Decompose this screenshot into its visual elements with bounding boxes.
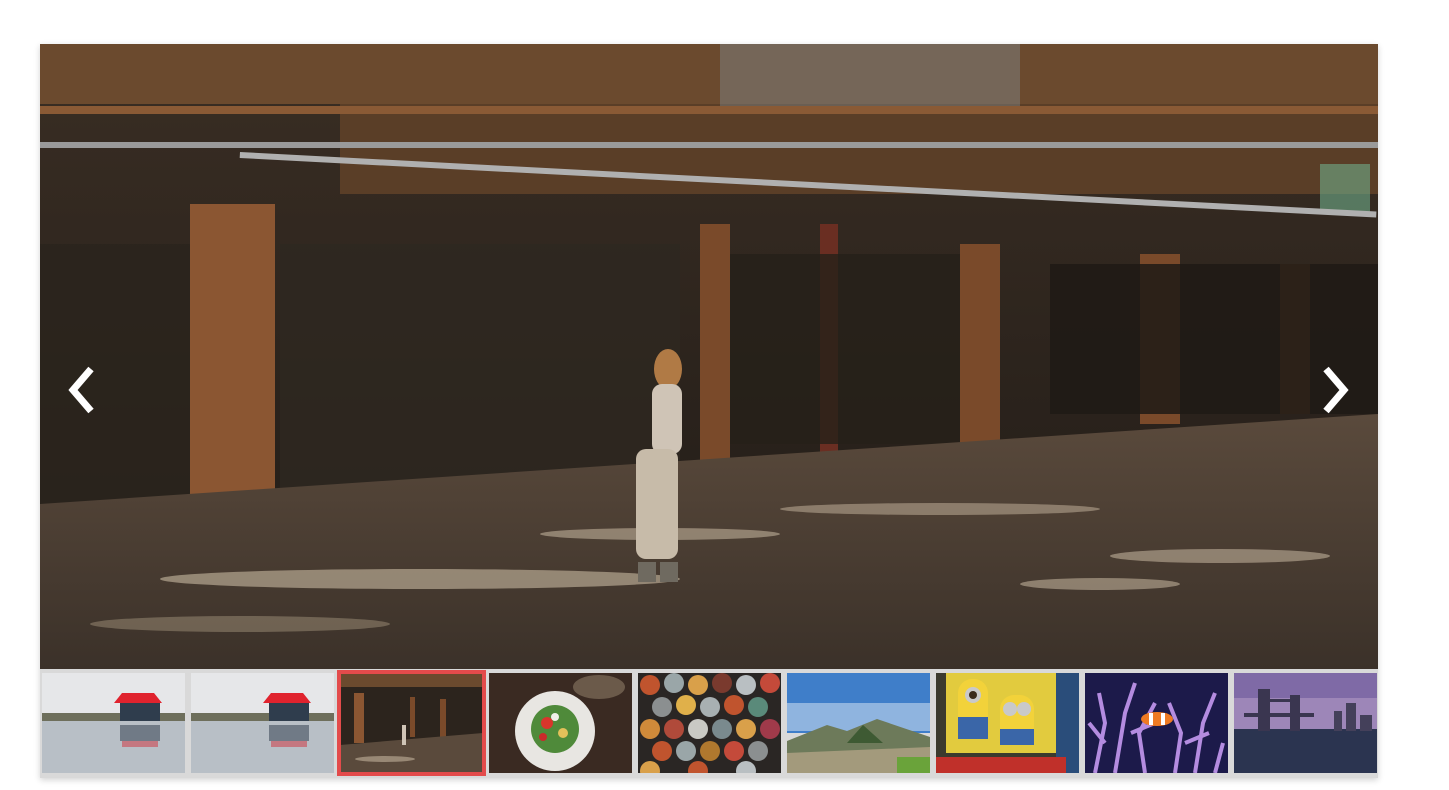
previous-slide-button[interactable] [62, 362, 102, 418]
main-slide-image [40, 44, 1378, 669]
thumbnail-minion-toys[interactable] [936, 673, 1079, 773]
thumbnail-tower-bridge-london[interactable] [1234, 673, 1377, 773]
thumbnail-mountain-volcano-landscape[interactable] [787, 673, 930, 773]
thumbnail-spray-paint-cans[interactable] [638, 673, 781, 773]
image-gallery [40, 44, 1378, 778]
thumbnail-industrial-warehouse-woman[interactable] [337, 670, 486, 776]
chevron-right-icon [1323, 366, 1349, 414]
thumbnail-clownfish-coral[interactable] [1085, 673, 1228, 773]
next-slide-button[interactable] [1315, 362, 1355, 418]
thumbnail-red-roof-house-lake[interactable] [42, 673, 185, 773]
thumbnail-strip [40, 669, 1378, 778]
chevron-left-icon [68, 366, 94, 414]
thumbnail-red-roof-house-lake[interactable] [191, 673, 334, 773]
thumbnail-salad-plate[interactable] [489, 673, 632, 773]
